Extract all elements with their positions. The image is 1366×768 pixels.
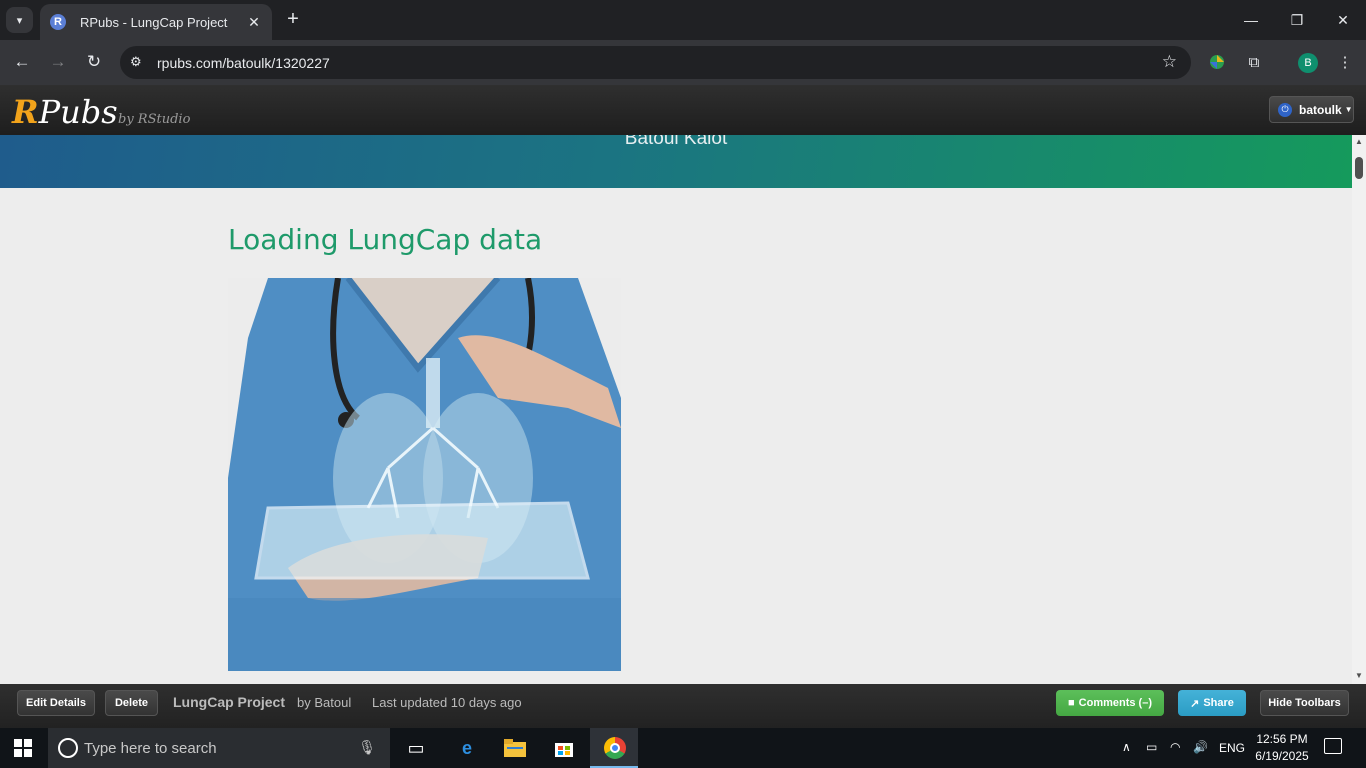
document-author: by Batoul	[297, 695, 352, 710]
lung-illustration-image	[228, 278, 621, 671]
rpubs-bottom-toolbar: Edit Details Delete LungCap Project by B…	[0, 684, 1366, 728]
url-text[interactable]: rpubs.com/batoulk/1320227	[157, 55, 330, 71]
user-name: batoulk	[1299, 102, 1342, 117]
close-window-button[interactable]: ✕	[1320, 0, 1366, 40]
edit-details-button[interactable]: Edit Details	[17, 690, 95, 716]
hide-toolbars-button[interactable]: Hide Toolbars	[1260, 690, 1349, 716]
chrome-icon	[604, 737, 626, 759]
site-info-icon[interactable]: ⚙	[130, 54, 142, 70]
windows-start-icon[interactable]	[14, 739, 32, 757]
tab-close-icon[interactable]: ✕	[242, 14, 266, 31]
taskbar-search-placeholder: Type here to search	[84, 740, 217, 757]
document-title: LungCap Project	[173, 694, 286, 710]
caret-down-icon: ▼	[1344, 105, 1353, 114]
reload-button[interactable]: ↻	[81, 49, 107, 75]
minimize-button[interactable]: —	[1228, 0, 1274, 40]
rpubs-favicon-icon: R	[50, 14, 66, 30]
extensions-puzzle-icon[interactable]: ⧉	[1243, 51, 1265, 73]
chrome-menu-icon[interactable]: ⋮	[1334, 51, 1356, 73]
volume-icon[interactable]: 🔊	[1193, 740, 1208, 754]
forward-button[interactable]: →	[45, 49, 71, 75]
restore-button[interactable]: ❐	[1274, 0, 1320, 40]
taskbar-clock[interactable]: 12:56 PM 6/19/2025	[1252, 731, 1312, 765]
scroll-down-arrow-icon[interactable]: ▼	[1355, 671, 1363, 680]
address-bar[interactable]: ⚙ rpubs.com/batoulk/1320227 ☆	[120, 46, 1191, 79]
tab-title: RPubs - LungCap Project	[80, 14, 228, 30]
wifi-icon[interactable]: ◠	[1170, 740, 1180, 754]
clock-time: 12:56 PM	[1256, 732, 1308, 746]
new-tab-button[interactable]: +	[282, 8, 304, 30]
page-scrollbar[interactable]: ▲ ▼	[1352, 135, 1366, 684]
rpubs-logo[interactable]: RPubs	[12, 93, 118, 131]
browser-toolbar: ← → ↻ ⚙ rpubs.com/batoulk/1320227 ☆ ⧉ ⋮	[0, 40, 1366, 85]
bookmark-star-icon[interactable]: ☆	[1162, 52, 1177, 72]
rpubs-byline: by RStudio	[118, 112, 191, 127]
last-updated: Last updated 10 days ago	[372, 695, 522, 710]
page-content: Batoul Kalot Loading LungCap data	[0, 135, 1352, 684]
battery-icon[interactable]: ▭	[1146, 740, 1157, 754]
clock-date: 6/19/2025	[1255, 749, 1309, 763]
edge-browser-icon[interactable]: e	[455, 736, 479, 760]
windows-taskbar: Type here to search 🎙 ▭ e ∧ ▭ ◠ 🔊 ENG 12…	[0, 728, 1366, 768]
chrome-taskbar-button[interactable]	[590, 728, 638, 768]
taskbar-search-box[interactable]: Type here to search 🎙	[48, 728, 390, 768]
browser-tab-active[interactable]: R RPubs - LungCap Project ✕	[40, 4, 272, 40]
scroll-up-arrow-icon[interactable]: ▲	[1355, 137, 1363, 146]
tray-chevron-up-icon[interactable]: ∧	[1122, 740, 1131, 754]
comments-label: Comments (–)	[1078, 697, 1152, 709]
share-icon: ↗	[1190, 697, 1200, 710]
microphone-icon[interactable]: 🎙	[358, 739, 376, 756]
profile-avatar[interactable]: B	[1298, 53, 1318, 73]
comments-button[interactable]: ■ Comments (–)	[1056, 690, 1164, 716]
tab-search-button[interactable]: ▾	[6, 7, 33, 33]
title-banner: Batoul Kalot	[0, 135, 1352, 188]
section-heading: Loading LungCap data	[228, 223, 543, 256]
file-explorer-icon[interactable]	[503, 736, 527, 760]
language-indicator[interactable]: ENG	[1219, 741, 1245, 755]
back-button[interactable]: ←	[9, 49, 35, 75]
rpubs-header: RPubs by RStudio	[0, 85, 1366, 135]
comment-bubble-icon: ■	[1068, 697, 1075, 709]
power-icon: ⏻	[1278, 102, 1292, 117]
cortana-circle-icon	[58, 738, 78, 758]
share-button[interactable]: ↗ Share	[1178, 690, 1246, 716]
notifications-icon[interactable]	[1324, 738, 1342, 754]
browser-tabstrip: ▾ R RPubs - LungCap Project ✕ + — ❐ ✕	[0, 0, 1366, 40]
microsoft-store-icon[interactable]	[552, 736, 576, 760]
extension-colorful-icon[interactable]	[1206, 51, 1228, 73]
task-view-icon[interactable]: ▭	[404, 736, 428, 760]
user-menu-button[interactable]: ⏻ batoulk ▼	[1269, 96, 1354, 123]
delete-button[interactable]: Delete	[105, 690, 158, 716]
share-label: Share	[1203, 697, 1234, 709]
author-name: Batoul Kalot	[624, 135, 728, 149]
scroll-thumb[interactable]	[1355, 157, 1363, 179]
